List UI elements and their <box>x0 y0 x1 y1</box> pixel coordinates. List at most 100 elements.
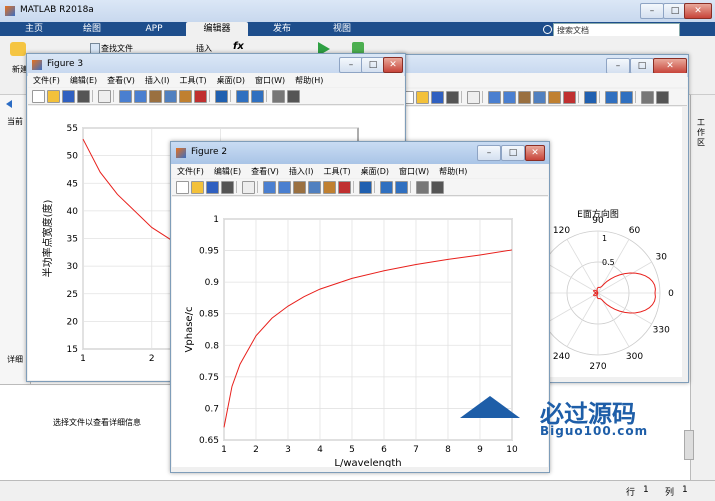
save-icon[interactable] <box>206 181 219 194</box>
link-icon[interactable] <box>359 181 372 194</box>
fig2-minimize-button[interactable]: – <box>477 145 501 161</box>
tab-apps[interactable]: APP <box>134 22 174 36</box>
figure-icon <box>176 148 186 158</box>
show-plot-tools-icon[interactable] <box>287 90 300 103</box>
zoom-out-icon[interactable] <box>503 91 516 104</box>
menu-item-3[interactable]: 插入(I) <box>140 73 175 88</box>
print-icon[interactable] <box>221 181 234 194</box>
open-icon[interactable] <box>47 90 60 103</box>
fig1-maximize-button[interactable]: □ <box>630 58 654 74</box>
polar-radius-label: 0.5 <box>602 258 615 267</box>
fig3-maximize-button[interactable]: □ <box>361 57 385 73</box>
save-icon[interactable] <box>62 90 75 103</box>
rotate-icon[interactable] <box>533 91 546 104</box>
tab-publish[interactable]: 发布 <box>260 22 304 36</box>
zoom-in-icon[interactable] <box>488 91 501 104</box>
print-icon[interactable] <box>446 91 459 104</box>
menu-item-4[interactable]: 工具(T) <box>318 164 355 179</box>
workspace-tab[interactable]: 工作区 <box>697 118 707 148</box>
polar-angle-label: 330 <box>653 326 670 336</box>
menu-item-2[interactable]: 查看(V) <box>102 73 140 88</box>
figure2-titlebar[interactable]: Figure 2 – □ ✕ <box>171 142 549 164</box>
data-cursor-icon[interactable] <box>548 91 561 104</box>
close-button[interactable]: ✕ <box>684 3 712 19</box>
toolbar-separator <box>482 91 483 103</box>
save-icon[interactable] <box>431 91 444 104</box>
colorbar-icon[interactable] <box>236 90 249 103</box>
link-icon[interactable] <box>584 91 597 104</box>
brush-icon[interactable] <box>563 91 576 104</box>
menu-item-6[interactable]: 窗口(W) <box>250 73 290 88</box>
fx-label[interactable]: fx <box>233 41 244 52</box>
fig3-minimize-button[interactable]: – <box>339 57 363 73</box>
scrollbar[interactable] <box>684 430 694 460</box>
show-plot-tools-icon[interactable] <box>431 181 444 194</box>
fig2-chart[interactable]: 1 2 3 4 5 6 7 8 9 10 0.65 0.7 0.75 0.8 0.85 0.9 0.95 1 L/w… <box>172 197 548 469</box>
menu-item-4[interactable]: 工具(T) <box>174 73 211 88</box>
fig3-close-button[interactable]: ✕ <box>383 57 403 73</box>
tab-editor[interactable]: 编辑器 <box>186 22 248 36</box>
menu-item-0[interactable]: 文件(F) <box>28 73 65 88</box>
legend-icon[interactable] <box>395 181 408 194</box>
search-input[interactable]: 搜索文档 <box>557 25 589 36</box>
new-figure-icon[interactable] <box>32 90 45 103</box>
legend-icon[interactable] <box>251 90 264 103</box>
menu-item-3[interactable]: 插入(I) <box>284 164 319 179</box>
menu-item-2[interactable]: 查看(V) <box>246 164 284 179</box>
link-icon[interactable] <box>215 90 228 103</box>
show-plot-tools-icon[interactable] <box>656 91 669 104</box>
rotate-icon[interactable] <box>308 181 321 194</box>
row-value: 1 <box>643 485 649 495</box>
colorbar-icon[interactable] <box>380 181 393 194</box>
brush-icon[interactable] <box>338 181 351 194</box>
select-file-hint: 选择文件以查看详细信息 <box>53 418 141 427</box>
fig2-close-button[interactable]: ✕ <box>525 145 545 161</box>
zoom-out-icon[interactable] <box>278 181 291 194</box>
hide-plot-tools-icon[interactable] <box>272 90 285 103</box>
search-docs[interactable]: 搜索文档 <box>553 23 680 37</box>
pan-icon[interactable] <box>149 90 162 103</box>
colorbar-icon[interactable] <box>605 91 618 104</box>
menu-item-0[interactable]: 文件(F) <box>172 164 209 179</box>
hide-plot-tools-icon[interactable] <box>416 181 429 194</box>
tab-plots[interactable]: 绘图 <box>72 22 112 36</box>
menu-item-7[interactable]: 帮助(H) <box>290 73 328 88</box>
data-cursor-icon[interactable] <box>323 181 336 194</box>
toolbar-separator <box>374 181 375 193</box>
zoom-out-icon[interactable] <box>134 90 147 103</box>
zoom-in-icon[interactable] <box>263 181 276 194</box>
tab-view[interactable]: 视图 <box>320 22 364 36</box>
fig1-minimize-button[interactable]: – <box>606 58 630 74</box>
minimize-button[interactable]: – <box>640 3 664 19</box>
menu-item-1[interactable]: 编辑(E) <box>209 164 246 179</box>
pan-icon[interactable] <box>293 181 306 194</box>
menu-item-5[interactable]: 桌面(D) <box>212 73 250 88</box>
back-arrow-icon[interactable] <box>6 100 12 108</box>
figure2-window[interactable]: Figure 2 – □ ✕ 文件(F) 编辑(E) 查看(V) 插入(I) 工具(T)… <box>170 141 550 473</box>
menu-item-6[interactable]: 窗口(W) <box>394 164 434 179</box>
pointer-icon[interactable] <box>467 91 480 104</box>
pointer-icon[interactable] <box>242 181 255 194</box>
menu-item-7[interactable]: 帮助(H) <box>434 164 472 179</box>
legend-icon[interactable] <box>620 91 633 104</box>
fig2-maximize-button[interactable]: □ <box>501 145 525 161</box>
menu-item-1[interactable]: 编辑(E) <box>65 73 102 88</box>
zoom-in-icon[interactable] <box>119 90 132 103</box>
menu-item-5[interactable]: 桌面(D) <box>356 164 394 179</box>
search-icon[interactable] <box>543 25 552 34</box>
new-figure-icon[interactable] <box>176 181 189 194</box>
row-label: 行 <box>626 488 636 498</box>
print-icon[interactable] <box>77 90 90 103</box>
data-cursor-icon[interactable] <box>179 90 192 103</box>
new-icon[interactable] <box>10 42 26 56</box>
rotate-icon[interactable] <box>164 90 177 103</box>
brush-icon[interactable] <box>194 90 207 103</box>
pan-icon[interactable] <box>518 91 531 104</box>
open-icon[interactable] <box>416 91 429 104</box>
pointer-icon[interactable] <box>98 90 111 103</box>
fig2-plot-area[interactable]: 1 2 3 4 5 6 7 8 9 10 0.65 0.7 0.75 0.8 0.85 0.9 0.95 1 L/w… <box>172 197 548 469</box>
fig1-close-button[interactable]: ✕ <box>653 58 687 74</box>
tab-home[interactable]: 主页 <box>14 22 54 36</box>
open-icon[interactable] <box>191 181 204 194</box>
hide-plot-tools-icon[interactable] <box>641 91 654 104</box>
